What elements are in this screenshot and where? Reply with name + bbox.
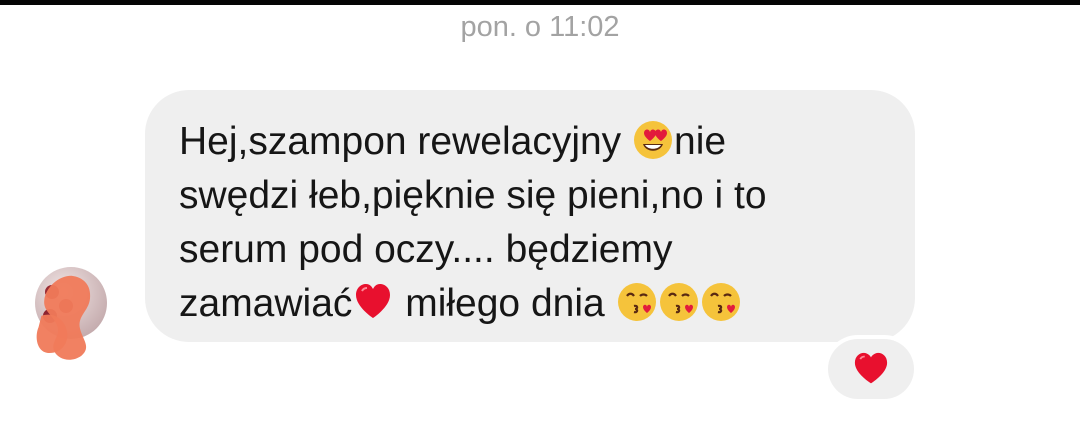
message-bubble[interactable]: Hej,szampon rewelacyjny nie swędzi łeb,p… bbox=[145, 90, 915, 342]
status-bar-edge bbox=[0, 0, 1080, 5]
avatar-redaction-mark bbox=[36, 275, 91, 360]
message-timestamp: pon. o 11:02 bbox=[460, 11, 620, 43]
kissing-heart-icon bbox=[701, 283, 740, 321]
message-text: nie bbox=[674, 120, 727, 163]
message-line: zamawiać miłego dnia bbox=[179, 277, 879, 331]
message-line: swędzi łeb,pięknie się pieni,no i to bbox=[179, 169, 879, 223]
message-text: zamawiać bbox=[179, 282, 353, 325]
message-text: Hej,szampon rewelacyjny bbox=[179, 120, 633, 163]
red-heart-icon bbox=[854, 352, 888, 384]
heart-eyes-icon bbox=[634, 121, 673, 159]
message-text: serum pod oczy.... będziemy bbox=[179, 228, 673, 271]
message-text: swędzi łeb,pięknie się pieni,no i to bbox=[179, 174, 767, 217]
red-heart-icon bbox=[356, 284, 391, 318]
kissing-heart-icon bbox=[617, 283, 656, 321]
kissing-heart-icon bbox=[659, 283, 698, 321]
message-line: serum pod oczy.... będziemy bbox=[179, 223, 879, 277]
message-line: Hej,szampon rewelacyjny nie bbox=[179, 115, 879, 169]
message-text: miłego dnia bbox=[394, 282, 616, 325]
message-reaction[interactable] bbox=[828, 339, 914, 399]
